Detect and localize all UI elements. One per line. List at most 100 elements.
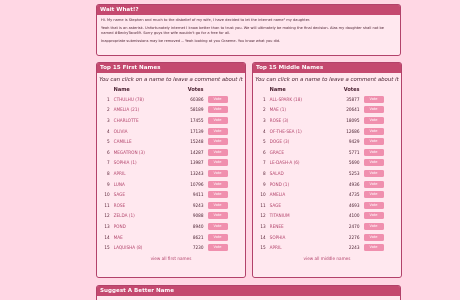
- vote-cell: Vote: [207, 168, 231, 179]
- name-link[interactable]: MAE (1): [270, 105, 334, 116]
- vote-button[interactable]: Vote: [363, 169, 384, 177]
- first-names-prompt: You can click on a name to leave a comme…: [99, 77, 243, 83]
- vote-button[interactable]: Vote: [207, 127, 228, 135]
- rank-cell: 13: [104, 223, 110, 229]
- vote-button[interactable]: Vote: [363, 201, 384, 209]
- vote-button[interactable]: Vote: [363, 191, 384, 199]
- vote-cell: Vote: [207, 126, 231, 137]
- name-link[interactable]: GRACE: [270, 147, 334, 158]
- name-link[interactable]: CHARLOTTE: [114, 115, 178, 126]
- intro-title: Wait What!?: [97, 5, 400, 15]
- name-link[interactable]: POND (1): [270, 179, 334, 190]
- table-row: 14 SOPHIA 2276 Vote: [259, 232, 387, 243]
- name-link[interactable]: SAGE: [270, 200, 334, 211]
- vote-button[interactable]: Vote: [207, 191, 228, 199]
- vote-button[interactable]: Vote: [363, 148, 384, 156]
- name-link[interactable]: ROSE (3): [270, 115, 334, 126]
- votes-cell: 9429: [348, 139, 360, 145]
- vote-button[interactable]: Vote: [207, 169, 228, 177]
- name-link[interactable]: ZELDA (1): [114, 211, 178, 222]
- name-link[interactable]: APRIL: [114, 168, 178, 179]
- vote-button[interactable]: Vote: [363, 116, 384, 124]
- vote-button[interactable]: Vote: [363, 127, 384, 135]
- name-link[interactable]: AMELIA (21): [114, 105, 178, 116]
- vote-button[interactable]: Vote: [363, 180, 384, 188]
- rank-cell: 2: [106, 107, 110, 113]
- view-all-middle-names-link[interactable]: view all middle names: [253, 256, 401, 261]
- vote-button[interactable]: Vote: [207, 148, 228, 156]
- name-link[interactable]: SOPHIA (1): [114, 158, 178, 169]
- table-row: 5 CAMILLE 15248 Vote: [103, 136, 231, 147]
- table-header-row: Name Votes: [259, 85, 387, 94]
- vote-button[interactable]: Vote: [207, 159, 228, 167]
- vote-button[interactable]: Vote: [207, 212, 228, 220]
- name-link[interactable]: SAGE: [114, 189, 178, 200]
- first-names-panel: Top 15 First Names You can click on a na…: [96, 62, 246, 278]
- name-link[interactable]: LUNA: [114, 179, 178, 190]
- vote-button[interactable]: Vote: [363, 212, 384, 220]
- vote-cell: Vote: [363, 168, 387, 179]
- vote-cell: Vote: [207, 221, 231, 232]
- votes-cell: 35877: [346, 96, 360, 102]
- vote-button[interactable]: Vote: [207, 233, 228, 241]
- vote-cell: Vote: [207, 136, 231, 147]
- name-link[interactable]: LAQUISHA (8): [114, 242, 178, 253]
- table-row: 4 OF-THE-SEA (1) 12686 Vote: [259, 126, 387, 137]
- vote-button[interactable]: Vote: [207, 138, 228, 146]
- vote-button[interactable]: Vote: [363, 95, 384, 103]
- votes-cell: 15248: [190, 139, 204, 145]
- name-link[interactable]: MEGATRON (3): [114, 147, 178, 158]
- votes-cell: 20641: [346, 107, 360, 113]
- name-link[interactable]: POND: [114, 221, 178, 232]
- vote-button[interactable]: Vote: [207, 116, 228, 124]
- vote-button[interactable]: Vote: [363, 138, 384, 146]
- name-link[interactable]: DOGE (3): [270, 136, 334, 147]
- votes-cell: 17139: [190, 128, 204, 134]
- rank-cell: 7: [106, 160, 110, 166]
- vote-button[interactable]: Vote: [363, 244, 384, 252]
- rank-cell: 9: [106, 181, 110, 187]
- name-link[interactable]: APRIL: [270, 242, 334, 253]
- vote-button[interactable]: Vote: [207, 180, 228, 188]
- votes-cell: 4100: [348, 213, 360, 219]
- vote-button[interactable]: Vote: [207, 244, 228, 252]
- vote-button[interactable]: Vote: [207, 201, 228, 209]
- name-link[interactable]: RENEE: [270, 221, 334, 232]
- vote-button[interactable]: Vote: [363, 159, 384, 167]
- table-row: 8 SALAD 5253 Vote: [259, 168, 387, 179]
- name-link[interactable]: ROSE: [114, 200, 178, 211]
- votes-cell: 2470: [348, 223, 360, 229]
- vote-button[interactable]: Vote: [363, 222, 384, 230]
- middle-names-panel: Top 15 Middle Names You can click on a n…: [252, 62, 402, 278]
- votes-cell: 9088: [192, 213, 204, 219]
- vote-button[interactable]: Vote: [363, 233, 384, 241]
- name-link[interactable]: ALL-SPARK (18): [270, 94, 334, 105]
- name-link[interactable]: TITANIUM: [270, 211, 334, 222]
- table-row: 2 AMELIA (21) 58189 Vote: [103, 105, 231, 116]
- name-link[interactable]: OLIVIA: [114, 126, 178, 137]
- intro-paragraph: Inappropriate submissions may be removed…: [101, 39, 281, 43]
- vote-cell: Vote: [363, 179, 387, 190]
- name-link[interactable]: LE-DASH-A (6): [270, 158, 334, 169]
- intro-panel: Wait What!? Hi. My name is Stephen and m…: [96, 4, 401, 56]
- vote-cell: Vote: [363, 211, 387, 222]
- name-link[interactable]: OF-THE-SEA (1): [270, 126, 334, 137]
- table-row: 3 ROSE (3) 18095 Vote: [259, 115, 387, 126]
- name-link[interactable]: SALAD: [270, 168, 334, 179]
- name-link[interactable]: AMELIA: [270, 189, 334, 200]
- name-link[interactable]: MAE: [114, 232, 178, 243]
- vote-cell: Vote: [363, 115, 387, 126]
- vote-button[interactable]: Vote: [363, 106, 384, 114]
- vote-cell: Vote: [207, 200, 231, 211]
- table-row: 11 ROSE 9243 Vote: [103, 200, 231, 211]
- view-all-first-names-link[interactable]: view all first names: [97, 256, 245, 261]
- name-link[interactable]: CTHULHU (78): [114, 94, 178, 105]
- name-link[interactable]: CAMILLE: [114, 136, 178, 147]
- vote-button[interactable]: Vote: [207, 95, 228, 103]
- votes-cell: 14287: [190, 149, 204, 155]
- rank-header: [103, 85, 114, 94]
- table-row: 7 SOPHIA (1) 13987 Vote: [103, 158, 231, 169]
- vote-button[interactable]: Vote: [207, 222, 228, 230]
- name-link[interactable]: SOPHIA: [270, 232, 334, 243]
- vote-button[interactable]: Vote: [207, 106, 228, 114]
